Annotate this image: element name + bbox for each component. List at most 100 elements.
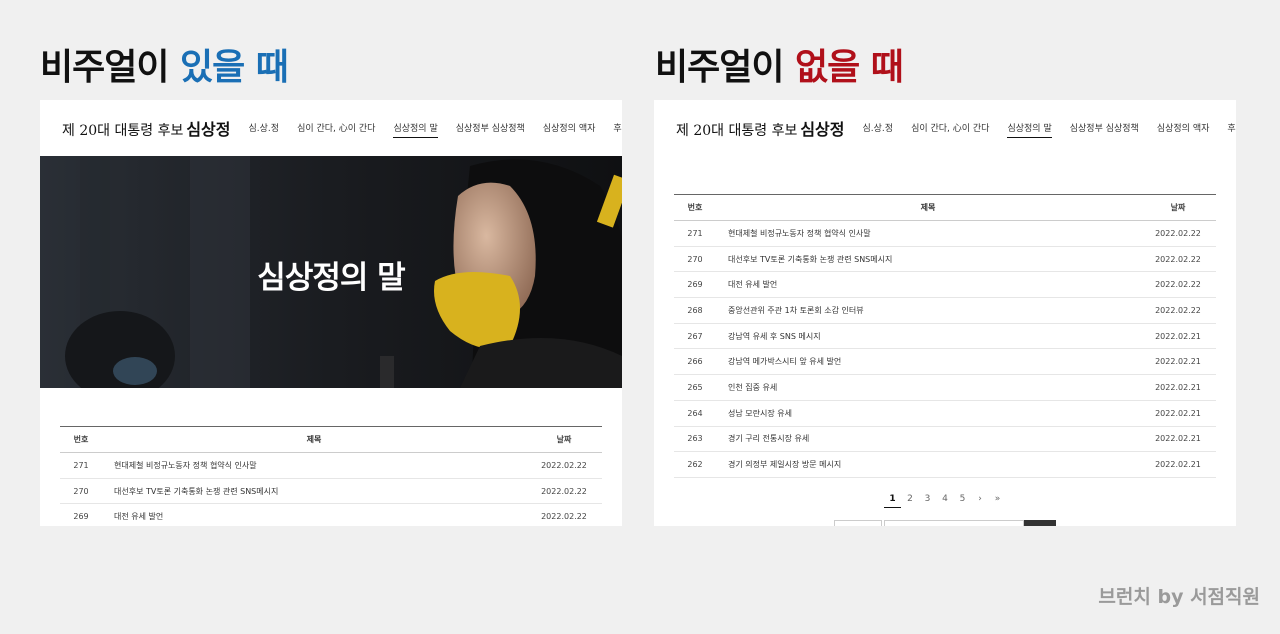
header-title: 제목 — [306, 435, 322, 444]
row-date: 2022.02.22 — [541, 460, 587, 470]
table-row[interactable]: 270 대선후보 TV토론 기축통화 논쟁 관련 SNS메시지 2022.02.… — [60, 479, 602, 505]
main-nav: 심.상.정 심이 간다, 心이 간다 심상정의 말 심상정부 심상정책 심상정의… — [231, 118, 622, 138]
logo-prefix: 제 20대 대통령 후보 — [62, 123, 184, 139]
row-title[interactable]: 성남 모란시장 유세 — [716, 408, 1140, 419]
nav-item-frame[interactable]: 심상정의 액자 — [1157, 118, 1210, 138]
row-num: 263 — [687, 434, 703, 444]
site-logo[interactable]: 제 20대 대통령 후보 심상정 — [676, 116, 845, 140]
next-page-icon[interactable]: › — [971, 494, 989, 508]
heading-without-visual: 비주얼이 없을 때 — [655, 38, 904, 90]
search-bar — [834, 520, 1056, 526]
nav-item-sim-is-coming[interactable]: 심이 간다, 心이 간다 — [297, 118, 375, 138]
page-link-3[interactable]: 3 — [919, 494, 937, 508]
site-header: 제 20대 대통령 후보 심상정 심.상.정 심이 간다, 心이 간다 심상정의 … — [654, 100, 1236, 156]
row-title[interactable]: 강남역 유세 후 SNS 메시지 — [716, 331, 1140, 342]
row-date: 2022.02.21 — [1155, 434, 1201, 444]
nav-item-words[interactable]: 심상정의 말 — [393, 118, 438, 138]
table-row[interactable]: 265 인천 집중 유세 2022.02.21 — [674, 375, 1216, 401]
heading-accent: 있을 때 — [180, 47, 289, 88]
logo-prefix: 제 20대 대통령 후보 — [676, 123, 798, 139]
row-num: 262 — [687, 460, 703, 470]
table-row[interactable]: 262 경기 의정부 제일시장 방문 메시지 2022.02.21 — [674, 452, 1216, 478]
row-date: 2022.02.22 — [1155, 254, 1201, 264]
row-num: 270 — [73, 486, 89, 496]
site-header: 제 20대 대통령 후보 심상정 심.상.정 심이 간다, 心이 간다 심상정의 … — [40, 100, 622, 156]
last-page-icon[interactable]: » — [989, 494, 1007, 508]
site-logo[interactable]: 제 20대 대통령 후보 심상정 — [62, 116, 231, 140]
search-field-select[interactable] — [834, 520, 882, 526]
header-date: 날짜 — [1170, 203, 1186, 212]
hero-banner: 심상정의 말 — [40, 156, 622, 388]
row-num: 270 — [687, 254, 703, 264]
nav-item-simsangjeong[interactable]: 심.상.정 — [249, 118, 280, 138]
header-num: 번호 — [73, 435, 89, 444]
row-date: 2022.02.21 — [1155, 408, 1201, 418]
row-title[interactable]: 중앙선관위 주관 1차 토론회 소감 인터뷰 — [716, 305, 1140, 316]
nav-item-simsangjeong[interactable]: 심.상.정 — [863, 118, 894, 138]
search-input[interactable] — [884, 520, 1024, 526]
nav-item-support[interactable]: 후원회 — [613, 118, 622, 138]
table-row[interactable]: 270 대선후보 TV토론 기축통화 논쟁 관련 SNS메시지 2022.02.22 — [674, 247, 1216, 273]
heading-prefix: 비주얼이 — [655, 47, 796, 88]
screenshot-with-visual: 제 20대 대통령 후보 심상정 심.상.정 심이 간다, 心이 간다 심상정의 … — [40, 100, 622, 526]
pagination: 1 2 3 4 5 › » — [654, 494, 1236, 508]
table-row[interactable]: 264 성남 모란시장 유세 2022.02.21 — [674, 401, 1216, 427]
nav-item-policy[interactable]: 심상정부 심상정책 — [1070, 118, 1139, 138]
table-row[interactable]: 268 중앙선관위 주관 1차 토론회 소감 인터뷰 2022.02.22 — [674, 298, 1216, 324]
header-title: 제목 — [920, 203, 936, 212]
screenshot-without-visual: 제 20대 대통령 후보 심상정 심.상.정 심이 간다, 心이 간다 심상정의 … — [654, 100, 1236, 526]
nav-item-support[interactable]: 후원회 — [1227, 118, 1236, 138]
row-num: 269 — [73, 512, 89, 522]
table-row[interactable]: 263 경기 구리 전통시장 유세 2022.02.21 — [674, 427, 1216, 453]
row-date: 2022.02.21 — [1155, 460, 1201, 470]
table-row[interactable]: 271 현대제철 비정규노동자 정책 협약식 인사말 2022.02.22 — [674, 221, 1216, 247]
board-header-row: 번호 제목 날짜 — [60, 426, 602, 453]
header-num: 번호 — [687, 203, 703, 212]
row-title[interactable]: 대전 유세 발언 — [102, 511, 526, 522]
logo-name: 심상정 — [800, 120, 845, 139]
main-nav: 심.상.정 심이 간다, 心이 간다 심상정의 말 심상정부 심상정책 심상정의… — [845, 118, 1236, 138]
row-date: 2022.02.22 — [1155, 280, 1201, 290]
row-date: 2022.02.22 — [1155, 228, 1201, 238]
row-title[interactable]: 인천 집중 유세 — [716, 382, 1140, 393]
heading-prefix: 비주얼이 — [40, 47, 181, 88]
nav-item-words[interactable]: 심상정의 말 — [1007, 118, 1052, 138]
page-link-5[interactable]: 5 — [954, 494, 972, 508]
credit-text: 브런치 by 서점직원 — [1098, 586, 1260, 608]
row-title[interactable]: 대선후보 TV토론 기축통화 논쟁 관련 SNS메시지 — [716, 254, 1140, 265]
table-row[interactable]: 266 강남역 메가박스시티 앞 유세 발언 2022.02.21 — [674, 349, 1216, 376]
heading-accent: 없을 때 — [795, 47, 904, 88]
page-link-4[interactable]: 4 — [936, 494, 954, 508]
logo-name: 심상정 — [186, 120, 231, 139]
row-title[interactable]: 강남역 메가박스시티 앞 유세 발언 — [716, 356, 1140, 367]
table-row[interactable]: 269 대전 유세 발언 2022.02.22 — [60, 504, 602, 526]
table-row[interactable]: 271 현대제철 비정규노동자 정책 협약식 인사말 2022.02.22 — [60, 453, 602, 479]
nav-item-sim-is-coming[interactable]: 심이 간다, 心이 간다 — [911, 118, 989, 138]
row-title[interactable]: 대전 유세 발언 — [716, 279, 1140, 290]
row-num: 265 — [687, 382, 703, 392]
row-num: 269 — [687, 280, 703, 290]
row-num: 266 — [687, 357, 703, 367]
nav-item-frame[interactable]: 심상정의 액자 — [543, 118, 596, 138]
row-num: 267 — [687, 331, 703, 341]
row-date: 2022.02.21 — [1155, 382, 1201, 392]
row-title[interactable]: 대선후보 TV토론 기축통화 논쟁 관련 SNS메시지 — [102, 486, 526, 497]
post-board: 번호 제목 날짜 271 현대제철 비정규노동자 정책 협약식 인사말 2022… — [60, 426, 602, 526]
row-title[interactable]: 현대제철 비정규노동자 정책 협약식 인사말 — [102, 460, 526, 471]
row-title[interactable]: 경기 구리 전통시장 유세 — [716, 433, 1140, 444]
row-title[interactable]: 경기 의정부 제일시장 방문 메시지 — [716, 459, 1140, 470]
row-date: 2022.02.22 — [541, 512, 587, 522]
board-header-row: 번호 제목 날짜 — [674, 194, 1216, 221]
nav-item-policy[interactable]: 심상정부 심상정책 — [456, 118, 525, 138]
page-link-1[interactable]: 1 — [883, 494, 902, 508]
row-title[interactable]: 현대제철 비정규노동자 정책 협약식 인사말 — [716, 228, 1140, 239]
row-num: 268 — [687, 305, 703, 315]
table-row[interactable]: 269 대전 유세 발언 2022.02.22 — [674, 272, 1216, 299]
row-date: 2022.02.21 — [1155, 357, 1201, 367]
row-num: 271 — [687, 228, 703, 238]
row-num: 264 — [687, 408, 703, 418]
search-button[interactable] — [1024, 520, 1056, 526]
hero-title: 심상정의 말 — [257, 260, 405, 296]
table-row[interactable]: 267 강남역 유세 후 SNS 메시지 2022.02.21 — [674, 324, 1216, 350]
page-link-2[interactable]: 2 — [901, 494, 919, 508]
